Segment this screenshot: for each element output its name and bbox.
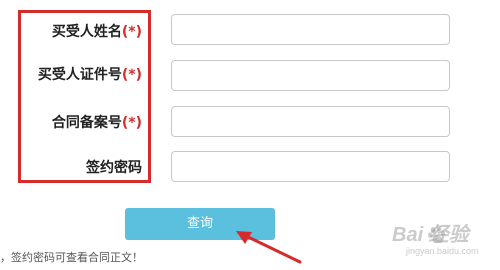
contract-record-label: 合同备案号(*)	[51, 115, 142, 131]
contract-record-input[interactable]	[171, 106, 450, 137]
buyer-id-input[interactable]	[171, 60, 450, 91]
required-mark: (*)	[121, 67, 142, 83]
watermark-url: jingyan.baidu.com	[406, 246, 479, 256]
query-button[interactable]: 查询	[125, 208, 275, 240]
baidu-paw-icon	[428, 225, 445, 244]
signing-password-label: 签约密码	[86, 160, 142, 176]
required-mark: (*)	[121, 24, 142, 40]
hint-text: ，签约密码可查看合同正文！	[0, 251, 143, 264]
buyer-name-label: 买受人姓名(*)	[51, 24, 142, 40]
signing-password-input[interactable]	[171, 151, 450, 182]
buyer-id-label: 买受人证件号(*)	[37, 67, 142, 83]
buyer-name-input[interactable]	[171, 14, 450, 45]
required-mark: (*)	[121, 115, 142, 131]
